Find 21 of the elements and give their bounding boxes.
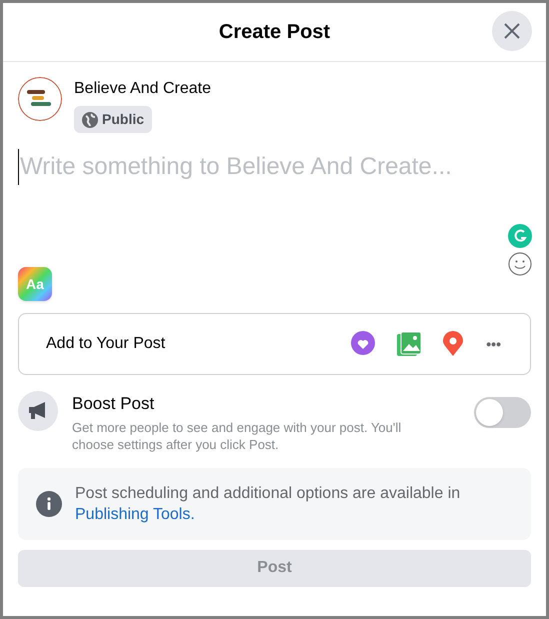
grammar-check-icon — [508, 224, 532, 248]
location-pin-icon[interactable] — [442, 331, 464, 357]
add-to-post-label: Add to Your Post — [46, 334, 166, 354]
globe-icon — [82, 112, 98, 128]
info-icon — [36, 490, 62, 516]
post-text-field[interactable]: Write something to Believe And Create... — [18, 149, 531, 185]
author-name: Believe And Create — [74, 79, 211, 99]
close-icon — [503, 22, 521, 40]
boost-title: Boost Post — [72, 393, 156, 415]
publishing-tools-link[interactable]: Publishing Tools. — [75, 506, 195, 522]
emoji-icon[interactable] — [508, 252, 532, 276]
more-button[interactable]: ••• — [484, 334, 503, 354]
boost-description: Get more people to see and engage with your post. You'll choose settings after you click Post. — [72, 418, 402, 452]
boost-toggle[interactable] — [474, 397, 531, 428]
megaphone-icon — [18, 391, 58, 431]
audience-button[interactable]: Public — [74, 106, 152, 133]
close-button[interactable] — [492, 11, 532, 51]
photo-icon[interactable] — [396, 331, 422, 357]
heart-chat-icon[interactable] — [350, 331, 376, 357]
notice-text: Post scheduling and additional options are available in Publishing Tools. — [75, 484, 462, 524]
dialog-title: Create Post — [218, 20, 330, 45]
